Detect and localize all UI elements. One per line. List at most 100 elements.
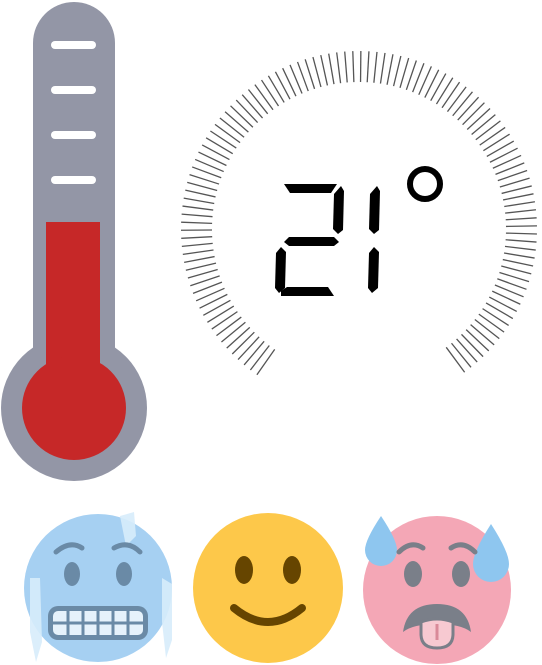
dial-tick [488, 296, 518, 313]
dial-tick [181, 236, 213, 239]
dial-tick [456, 338, 478, 363]
dial-tick [475, 120, 501, 141]
dial-tick [201, 144, 230, 161]
dial-tick [505, 225, 537, 228]
dial-tick [441, 81, 461, 109]
dial-tick [254, 84, 274, 111]
dial-tick [452, 91, 473, 117]
dial-tick [185, 189, 216, 198]
dial-tick [210, 130, 237, 149]
dial-tick [462, 102, 485, 126]
dial-tick [312, 56, 322, 88]
dial-tick [249, 345, 270, 371]
dial-tick [435, 77, 454, 105]
dial-tick [505, 217, 537, 221]
dial-tick [219, 117, 245, 138]
mercury-bulb [22, 356, 126, 460]
dial-tick [505, 239, 537, 243]
dial-tick [181, 221, 213, 225]
dial-tick [502, 258, 534, 267]
dial-tick [499, 177, 530, 188]
dial-tick [344, 51, 348, 83]
dial-tick [221, 321, 246, 343]
dial-tick [392, 55, 402, 87]
dial-tick [211, 311, 238, 330]
dial-tick [466, 108, 491, 130]
thermometer-scale-mark [51, 41, 96, 49]
thermometer-scale-mark [51, 176, 96, 184]
dial-tick [471, 114, 496, 136]
dial-tick [230, 105, 254, 128]
dial-tick [366, 51, 370, 83]
dial-tick [478, 313, 505, 333]
dial-tick [304, 59, 316, 90]
dial-tick [485, 302, 514, 320]
dial-tick-ring [180, 51, 537, 376]
dial-tick [207, 305, 235, 323]
dial-tick [205, 137, 234, 155]
dial-tick [256, 349, 276, 376]
smiling-face-icon[interactable] [192, 512, 344, 664]
dial-tick [187, 181, 218, 192]
dial-tick [386, 54, 394, 85]
dial-tick [185, 262, 217, 271]
dial-tick [352, 51, 355, 83]
dial-tick [479, 126, 506, 146]
dial-tick [184, 255, 215, 263]
dial-tick [320, 55, 329, 86]
dial-tick [237, 336, 260, 361]
dial-tick [424, 69, 440, 98]
temperature-unit: ° [424, 182, 426, 187]
hot-sweating-face-icon[interactable] [361, 512, 513, 664]
dial-tick [499, 271, 530, 283]
temperature-digits [275, 184, 380, 296]
dial-tick [189, 173, 220, 185]
dial-tick [328, 53, 335, 85]
dial-tick [457, 96, 480, 121]
dial-tick [282, 67, 297, 97]
dial-tick [247, 89, 269, 115]
dial-tick [274, 71, 291, 100]
dial-tick [430, 73, 447, 101]
dial-tick [182, 249, 214, 256]
dial-tick [504, 245, 536, 251]
thermometer-scale-mark [51, 86, 96, 94]
dial-tick [199, 293, 228, 309]
dial-tick [501, 185, 532, 195]
dial-tick [505, 209, 537, 214]
thermostat-dial[interactable]: 21 ° [178, 48, 540, 410]
dial-tick [482, 308, 509, 326]
dial-tick [198, 151, 227, 167]
dial-tick [241, 94, 264, 119]
thermometer-scale-mark [51, 131, 96, 139]
dial-tick [489, 147, 518, 163]
dial-tick [501, 265, 532, 275]
dial-tick [336, 52, 342, 84]
dial-tick [224, 111, 249, 133]
thermometer-icon [1, 2, 147, 481]
dial-tick [445, 346, 466, 373]
dial-tick [474, 318, 500, 340]
dial-tick [182, 205, 214, 211]
dial-tick [214, 123, 241, 144]
dial-tick [470, 324, 495, 346]
dial-tick [231, 331, 255, 355]
dial-tick [187, 268, 218, 279]
dial-tick [505, 232, 537, 235]
dial-tick [483, 133, 510, 152]
dial-tick [503, 252, 535, 259]
dial-tick [226, 326, 251, 349]
dial-tick [373, 51, 378, 83]
dial-tick [243, 340, 265, 366]
dial-tick [235, 99, 259, 123]
dial-tick [216, 316, 242, 337]
dial-tick [451, 342, 472, 368]
dial-tick [504, 201, 535, 208]
freezing-face-icon[interactable] [22, 512, 174, 664]
dial-tick [181, 242, 213, 248]
dial-tick [379, 52, 386, 84]
dial-tick [446, 86, 467, 112]
dial-tick [181, 213, 213, 218]
temperature-readout: 21 [356, 244, 361, 249]
dial-tick [502, 193, 534, 201]
